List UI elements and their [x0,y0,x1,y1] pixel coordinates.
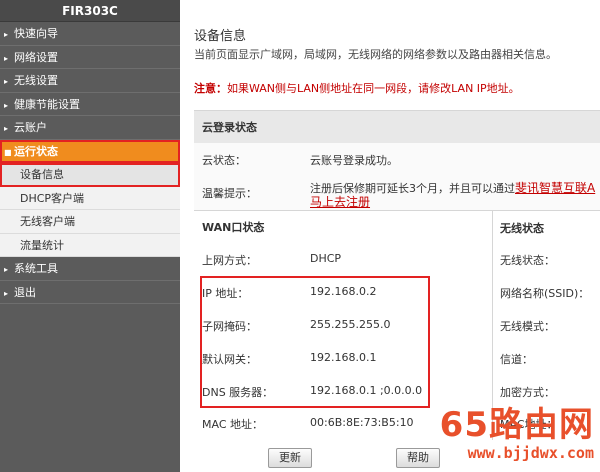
cloud-status-value: 云账号登录成功。 [310,154,398,167]
sidebar-item-label: 快速向导 [14,27,58,40]
note-label: 注意： [194,82,227,95]
arrow-icon: ▸ [4,77,9,86]
wireless-row-label: 网络名称(SSID)： [500,287,590,300]
sidebar-item-cloud-account[interactable]: ▸ 云账户 [0,116,180,140]
sidebar: FIR303C ▸ 快速向导 ▸ 网络设置 ▸ 无线设置 ▸ 健康节能设置 ▸ 云账户 ■… [0,0,180,472]
cloud-tip-label: 温馨提示： [202,187,257,200]
watermark-title: 65路由网 [439,405,594,445]
cloud-status-section: 云登录状态 云状态： 云账号登录成功。 温馨提示： 注册后保修期可延长3个月，并… [194,110,600,210]
wan-row-label: 上网方式： [202,254,257,267]
sidebar-item-label: 云账户 [14,121,47,134]
sidebar-item-logout[interactable]: ▸ 退出 [0,281,180,304]
wireless-row-label: 无线状态： [500,254,555,267]
arrow-icon: ▸ [4,30,9,39]
wireless-row-label: 加密方式： [500,386,555,399]
sidebar-subitem-wireless-clients[interactable]: 无线客户端 [0,210,180,234]
page-description: 当前页面显示广域网，局域网，无线网络的网络参数以及路由器相关信息。 [194,48,557,61]
watermark: 65路由网 www.bjjdwx.com [440,406,594,462]
wan-row-value: DHCP [310,252,342,265]
sidebar-item-quick-setup[interactable]: ▸ 快速向导 [0,22,180,46]
sidebar-item-label: 系统工具 [14,262,58,275]
sidebar-item-network[interactable]: ▸ 网络设置 [0,46,180,69]
wan-row-label: MAC 地址： [202,418,263,431]
sidebar-item-label: 运行状态 [14,144,58,158]
sidebar-item-label: 网络设置 [14,50,58,64]
sidebar-item-label: 流量统计 [20,238,64,252]
watermark-url: www.bjjdwx.com [467,444,594,462]
cloud-status-header: 云登录状态 [194,110,600,143]
sidebar-item-label: 健康节能设置 [14,97,80,111]
square-icon: ■ [4,147,12,157]
note-text: 如果WAN侧与LAN侧地址在同一网段，请修改LAN IP地址。 [227,82,520,95]
arrow-icon: ▸ [4,100,9,110]
brand-title: FIR303C [0,0,180,22]
sidebar-item-power-saving[interactable]: ▸ 健康节能设置 [0,93,180,116]
main-content: 设备信息 当前页面显示广域网，局域网，无线网络的网络参数以及路由器相关信息。 注… [180,0,600,472]
sidebar-item-label: 无线设置 [14,74,58,87]
sidebar-subitem-device-info[interactable]: 设备信息 [0,163,180,187]
help-button[interactable]: 帮助 [396,448,440,468]
arrow-icon: ▸ [4,288,9,298]
wireless-status-header: 无线状态 [500,222,544,235]
highlight-box [200,276,430,408]
page-note: 注意：如果WAN侧与LAN侧地址在同一网段，请修改LAN IP地址。 [194,80,520,96]
register-now-link[interactable]: 马上去注册 [310,193,370,210]
refresh-button[interactable]: 更新 [268,448,312,468]
sidebar-item-running-status[interactable]: ■ 运行状态 [0,139,180,163]
wireless-row-label: 无线模式： [500,320,555,333]
arrow-icon: ▸ [4,53,9,63]
sidebar-item-label: 设备信息 [20,168,64,181]
sidebar-item-label: DHCP客户端 [20,191,85,205]
cloud-app-link[interactable]: 斐讯智慧互联A [515,181,595,195]
wireless-row-label: 信道： [500,353,533,366]
arrow-icon: ▸ [4,124,9,133]
sidebar-item-label: 退出 [14,285,36,299]
page-title: 设备信息 [194,29,247,44]
sidebar-item-wireless[interactable]: ▸ 无线设置 [0,69,180,93]
sidebar-subitem-dhcp-clients[interactable]: DHCP客户端 [0,186,180,210]
arrow-icon: ▸ [4,265,9,274]
wan-row-value: 00:6B:8E:73:B5:10 [310,416,414,429]
cloud-status-label: 云状态： [202,154,246,167]
sidebar-item-label: 无线客户端 [20,215,75,228]
sidebar-subitem-traffic-stats[interactable]: 流量统计 [0,233,180,257]
sidebar-item-system-tools[interactable]: ▸ 系统工具 [0,257,180,281]
